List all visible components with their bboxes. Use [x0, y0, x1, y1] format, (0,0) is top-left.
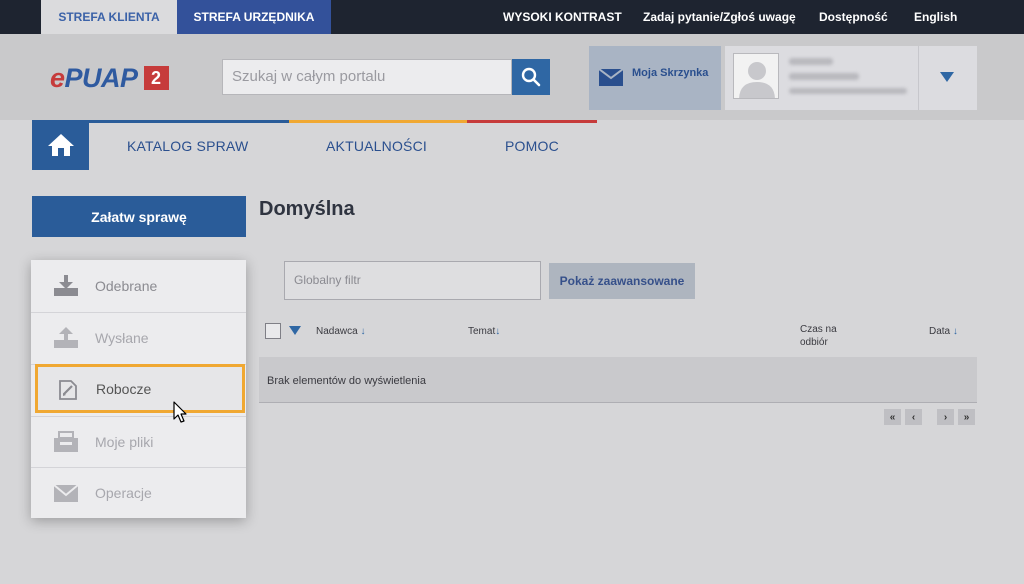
- tab-client-zone[interactable]: STREFA KLIENTA: [41, 0, 177, 34]
- accessibility-link[interactable]: Dostępność: [819, 0, 888, 34]
- pager-last-button[interactable]: »: [958, 409, 975, 425]
- menu-item-my-files[interactable]: Moje pliki: [31, 416, 246, 468]
- menu-item-operations[interactable]: Operacje: [31, 467, 246, 519]
- user-icon: [739, 62, 775, 98]
- ask-question-link[interactable]: Zadaj pytanie/Zgłoś uwagę: [643, 0, 796, 34]
- nav-stripe-orange: [289, 120, 467, 123]
- top-bar: STREFA KLIENTA STREFA URZĘDNIKA WYSOKI K…: [0, 0, 1024, 34]
- page-title: Domyślna: [259, 198, 355, 220]
- mouse-cursor-icon: [173, 401, 187, 423]
- menu-item-received[interactable]: Odebrane: [31, 260, 246, 312]
- nav-help[interactable]: POMOC: [505, 138, 559, 154]
- pager-first-button[interactable]: «: [884, 409, 901, 425]
- my-inbox-button[interactable]: Moja Skrzynka: [589, 46, 721, 110]
- inbox-download-icon: [54, 275, 78, 296]
- english-link[interactable]: English: [914, 0, 957, 34]
- column-date[interactable]: Data ↓: [929, 326, 958, 337]
- envelope-icon: [53, 484, 79, 502]
- empty-message: Brak elementów do wyświetlenia: [267, 375, 426, 387]
- search-input[interactable]: Szukaj w całym portalu: [222, 59, 512, 95]
- empty-table-row: Brak elementów do wyświetlenia: [259, 357, 977, 403]
- menu-item-drafts[interactable]: Robocze: [35, 364, 245, 413]
- select-all-checkbox[interactable]: [265, 323, 281, 339]
- user-account-box[interactable]: [725, 46, 977, 110]
- avatar: [733, 53, 779, 99]
- select-dropdown-icon[interactable]: [289, 326, 301, 335]
- nav-news[interactable]: AKTUALNOŚCI: [326, 138, 427, 154]
- nav-stripe-red: [467, 120, 597, 123]
- column-time-to-receive[interactable]: Czas na odbiór: [800, 323, 860, 349]
- search-icon: [521, 67, 541, 87]
- nav-catalog[interactable]: KATALOG SPRAW: [127, 138, 248, 154]
- sort-arrow-icon: ↓: [952, 326, 958, 337]
- home-icon: [47, 134, 74, 156]
- high-contrast-link[interactable]: WYSOKI KONTRAST: [503, 0, 622, 34]
- global-filter-input[interactable]: Globalny filtr: [284, 261, 541, 300]
- sort-arrow-icon: ↓: [495, 326, 501, 337]
- column-sender[interactable]: Nadawca ↓: [316, 326, 365, 337]
- draft-edit-icon: [59, 380, 77, 400]
- pager-prev-button[interactable]: ‹: [905, 409, 922, 425]
- tab-official-zone[interactable]: STREFA URZĘDNIKA: [177, 0, 331, 34]
- chevron-down-icon[interactable]: [940, 72, 954, 82]
- handle-case-button[interactable]: Załatw sprawę: [32, 196, 246, 237]
- home-button[interactable]: [32, 120, 89, 170]
- menu-item-sent[interactable]: Wysłane: [31, 312, 246, 364]
- upload-icon: [54, 327, 78, 348]
- search-button[interactable]: [512, 59, 550, 95]
- envelope-icon: [599, 69, 623, 86]
- header: ePUAP 2 Szukaj w całym portalu Moja Skrz…: [0, 34, 1024, 120]
- logo-badge: 2: [143, 66, 169, 90]
- column-subject[interactable]: Temat↓: [468, 326, 500, 337]
- sort-arrow-icon: ↓: [360, 326, 366, 337]
- files-icon: [54, 431, 78, 452]
- show-advanced-button[interactable]: Pokaż zaawansowane: [549, 263, 695, 299]
- epuap-logo[interactable]: ePUAP 2: [50, 63, 169, 93]
- pager-next-button[interactable]: ›: [937, 409, 954, 425]
- inbox-label: Moja Skrzynka: [632, 67, 709, 79]
- nav-stripe-blue: [89, 120, 289, 123]
